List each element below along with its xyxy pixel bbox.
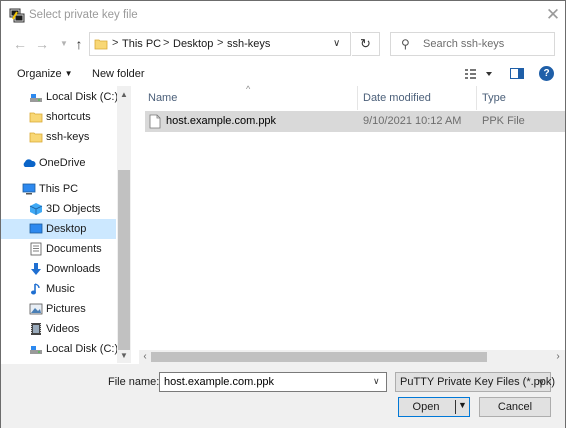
column-divider[interactable] [357,86,358,110]
documents-icon [30,242,42,256]
scrollbar-thumb[interactable] [118,170,130,350]
cube-icon [29,203,43,215]
chevron-down-icon: ▼ [64,69,73,78]
scrollbar-thumb[interactable] [151,352,487,362]
search-box[interactable]: ⚲ Search ssh-keys [390,32,555,56]
file-date-cell: 9/10/2021 10:12 AM [363,115,462,127]
desktop-icon [29,223,43,234]
nav-item-label: Local Disk (C:) [46,343,119,355]
breadcrumb-separator: > [112,37,119,49]
address-bar[interactable]: > This PC > Desktop > ssh-keys ∨ [89,32,351,56]
folder-icon [94,39,108,50]
nav-item-label: shortcuts [46,111,91,123]
back-arrow-icon[interactable]: ← [11,35,29,53]
close-button[interactable]: ✕ [541,4,565,26]
dialog-footer: File name: ∨ PuTTY Private Key Files (*.… [1,364,565,428]
nav-item-videos[interactable]: Videos [1,319,116,339]
nav-item-local-disk-2[interactable]: Local Disk (C:) [1,339,119,359]
navigation-pane: Local Disk (C:) shortcuts ssh-keys OneDr… [1,86,131,363]
nav-item-label: Local Disk (C:) [46,91,119,103]
nav-item-label: 3D Objects [46,203,101,215]
download-icon [31,263,41,275]
cancel-button[interactable]: Cancel [479,397,551,417]
file-row[interactable]: host.example.com.ppk 9/10/2021 10:12 AM … [145,111,565,132]
file-name-label: File name: [108,376,160,388]
nav-item-music[interactable]: Music [1,279,116,299]
putty-icon [9,8,25,23]
breadcrumb-this-pc[interactable]: This PC [122,38,161,50]
breadcrumb-ssh-keys[interactable]: ssh-keys [227,38,270,50]
cloud-icon [23,159,36,167]
file-list: ^ Name Date modified Type host.example.c… [139,84,565,363]
address-dropdown-chevron-icon[interactable]: ∨ [333,38,340,49]
nav-item-ssh-keys[interactable]: ssh-keys [1,127,116,147]
computer-icon [22,183,36,195]
file-dialog-window: Select private key file ✕ ← → ▼ ↑ > This… [0,0,566,428]
nav-item-label: OneDrive [39,157,86,169]
chevron-down-icon: ∨ [538,377,545,387]
file-name-input[interactable] [159,372,387,392]
column-divider[interactable] [476,86,477,110]
file-icon [149,114,161,129]
title-bar: Select private key file ✕ [1,1,565,30]
preview-pane-icon[interactable] [510,68,524,79]
split-divider [455,400,456,414]
drive-icon [30,94,42,102]
file-type-cell: PPK File [482,115,525,127]
column-header-type[interactable]: Type [482,92,506,104]
nav-pane-scrollbar[interactable]: ▲ ▼ [117,86,131,363]
refresh-icon[interactable]: ↻ [352,32,380,56]
nav-item-downloads[interactable]: Downloads [1,259,116,279]
search-icon: ⚲ [401,37,410,51]
column-header-name[interactable]: Name [148,92,177,104]
nav-item-this-pc[interactable]: This PC [1,179,116,199]
drive-icon [30,346,42,354]
up-arrow-icon[interactable]: ↑ [70,35,88,53]
nav-item-label: Music [46,283,75,295]
folder-icon [29,132,43,143]
breadcrumb-separator: > [163,37,170,49]
window-title: Select private key file [29,9,138,21]
nav-item-label: Pictures [46,303,86,315]
sort-ascending-icon: ^ [246,84,251,94]
nav-item-shortcuts[interactable]: shortcuts [1,107,116,127]
nav-item-local-disk[interactable]: Local Disk (C:) [1,87,119,107]
folder-icon [29,112,43,123]
nav-item-label: Downloads [46,263,101,275]
file-type-select[interactable]: PuTTY Private Key Files (*.ppk) ∨ [395,372,555,392]
nav-item-pictures[interactable]: Pictures [1,299,116,319]
open-label: Open [412,401,440,413]
change-view-icon[interactable] [464,67,494,81]
file-name-dropdown-chevron-icon[interactable]: ∨ [373,376,380,387]
open-options-chevron-icon[interactable]: ▼ [458,400,467,410]
file-list-horizontal-scrollbar[interactable]: ‹ › [139,350,565,364]
nav-item-label: ssh-keys [46,131,90,143]
organize-button[interactable]: Organize ▼ [17,68,73,80]
pictures-icon [29,303,43,315]
file-name-cell: host.example.com.ppk [166,115,277,127]
nav-item-desktop[interactable]: Desktop [1,219,116,239]
new-folder-button[interactable]: New folder [92,68,145,80]
search-placeholder: Search ssh-keys [423,38,505,50]
nav-item-documents[interactable]: Documents [1,239,116,259]
scroll-up-icon[interactable]: ▲ [118,88,130,102]
scroll-down-icon[interactable]: ▼ [118,349,130,363]
forward-arrow-icon[interactable]: → [33,35,51,53]
nav-item-label: Desktop [46,223,87,235]
column-header-date-modified[interactable]: Date modified [363,92,431,104]
music-icon [31,283,40,295]
nav-item-onedrive[interactable]: OneDrive [1,153,116,173]
help-icon[interactable]: ? [539,66,554,81]
breadcrumb-desktop[interactable]: Desktop [173,38,213,50]
breadcrumb-separator: > [217,37,224,49]
nav-item-label: Videos [46,323,80,335]
nav-item-label: This PC [39,183,79,195]
scroll-right-icon[interactable]: › [552,350,564,364]
videos-icon [31,323,41,335]
scroll-left-icon[interactable]: ‹ [139,350,151,364]
nav-item-3d-objects[interactable]: 3D Objects [1,199,116,219]
organize-label: Organize [17,68,62,80]
nav-item-label: Documents [46,243,102,255]
file-type-label: PuTTY Private Key Files (*.ppk) [400,376,556,388]
